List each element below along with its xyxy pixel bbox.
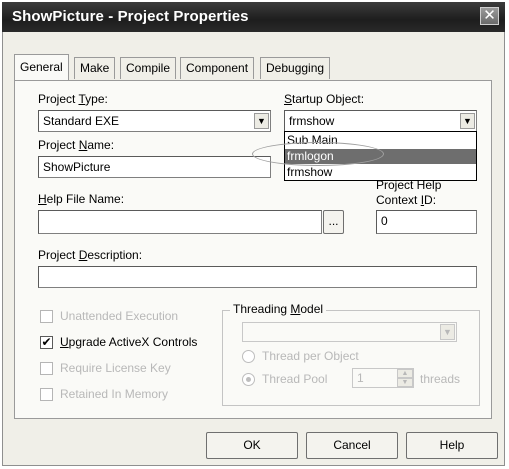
dropdown-option-frmshow[interactable]: frmshow bbox=[285, 165, 476, 180]
threads-suffix-label: threads bbox=[420, 372, 461, 386]
require-license-checkbox[interactable] bbox=[40, 362, 53, 375]
tab-component[interactable]: Component bbox=[180, 57, 255, 79]
upgrade-activex-label: Upgrade ActiveX Controls bbox=[60, 335, 198, 349]
highlight-ellipse bbox=[252, 142, 384, 166]
cancel-button[interactable]: Cancel bbox=[306, 432, 398, 459]
require-license-label: Require License Key bbox=[60, 361, 171, 375]
help-context-label: Context ID: bbox=[376, 193, 437, 207]
help-context-id-input[interactable]: 0 bbox=[376, 210, 477, 234]
browse-button[interactable]: ... bbox=[323, 210, 344, 234]
project-type-select[interactable]: Standard EXE bbox=[38, 110, 271, 132]
retained-in-memory-checkbox[interactable] bbox=[40, 388, 53, 401]
thread-per-object-label: Thread per Object bbox=[262, 349, 359, 363]
project-type-label: Project Type: bbox=[38, 92, 108, 106]
unattended-execution-checkbox[interactable] bbox=[40, 310, 53, 323]
thread-pool-label: Thread Pool bbox=[262, 372, 328, 386]
help-file-label: Help File Name: bbox=[38, 192, 125, 206]
chevron-down-icon[interactable]: ▼ bbox=[254, 113, 269, 129]
startup-object-select[interactable]: frmshow bbox=[284, 110, 477, 132]
unattended-execution-label: Unattended Execution bbox=[60, 309, 179, 323]
threading-model-label: Threading Model bbox=[230, 302, 327, 316]
project-name-input[interactable]: ShowPicture bbox=[38, 156, 271, 178]
retained-in-memory-label: Retained In Memory bbox=[60, 387, 169, 401]
tab-general[interactable]: General bbox=[14, 54, 69, 80]
tab-compile[interactable]: Compile bbox=[120, 57, 177, 79]
thread-pool-radio[interactable] bbox=[242, 373, 255, 386]
close-button[interactable]: ✕ bbox=[480, 7, 499, 25]
thread-per-object-radio[interactable] bbox=[242, 350, 255, 363]
ok-button[interactable]: OK bbox=[206, 432, 298, 459]
upgrade-activex-checkbox[interactable]: ✔ bbox=[40, 336, 53, 349]
startup-object-label: Startup Object: bbox=[284, 92, 365, 106]
project-description-label: Project Description: bbox=[38, 248, 143, 262]
project-name-label: Project Name: bbox=[38, 138, 115, 152]
spin-up-icon[interactable]: ▲ bbox=[397, 369, 413, 378]
chevron-down-icon[interactable]: ▼ bbox=[460, 113, 475, 129]
help-button[interactable]: Help bbox=[406, 432, 498, 459]
threading-model-select[interactable] bbox=[242, 322, 457, 342]
window-title: ShowPicture - Project Properties bbox=[12, 8, 249, 25]
tab-debugging[interactable]: Debugging bbox=[260, 57, 331, 79]
spin-down-icon[interactable]: ▼ bbox=[397, 378, 413, 387]
help-file-input[interactable] bbox=[38, 210, 322, 234]
chevron-down-icon[interactable]: ▼ bbox=[440, 324, 455, 340]
tab-make[interactable]: Make bbox=[74, 57, 116, 79]
project-description-input[interactable] bbox=[38, 266, 477, 288]
